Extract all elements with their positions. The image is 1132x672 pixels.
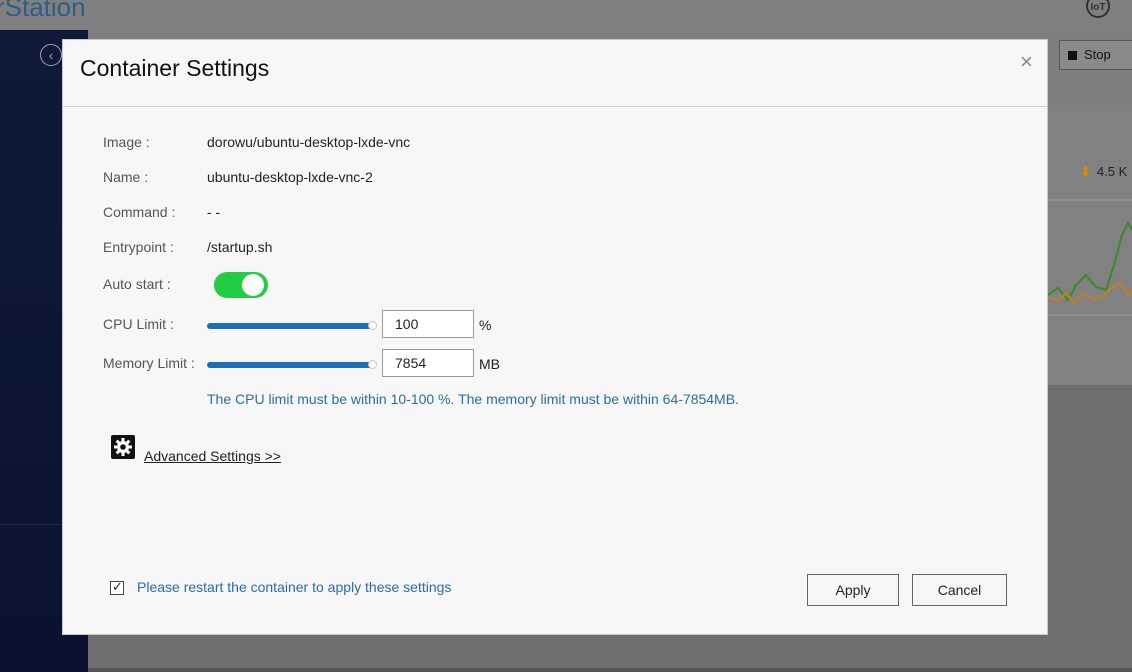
restart-checkbox[interactable]: ✓	[110, 579, 124, 595]
command-value: - -	[207, 204, 221, 220]
title-divider	[63, 106, 1047, 107]
cpu-slider-handle[interactable]	[368, 321, 377, 330]
cpu-limit-input[interactable]	[382, 310, 474, 338]
network-chart	[1048, 105, 1132, 385]
download-arrow-icon: ⬇	[1080, 164, 1091, 179]
memory-limit-label: Memory Limit :	[103, 355, 195, 371]
autostart-label: Auto start :	[103, 276, 171, 292]
name-label: Name :	[103, 169, 149, 185]
network-chart-lines	[1048, 199, 1132, 316]
name-value: ubuntu-desktop-lxde-vnc-2	[207, 169, 373, 185]
stop-button[interactable]: Stop	[1059, 40, 1132, 70]
collapse-sidebar-icon[interactable]: ‹	[40, 44, 62, 66]
dialog-title: Container Settings	[80, 55, 270, 81]
memory-slider-handle[interactable]	[368, 360, 377, 369]
gear-icon[interactable]	[111, 435, 135, 459]
cpu-limit-slider[interactable]	[207, 321, 377, 330]
restart-checkbox-label[interactable]: Please restart the container to apply th…	[137, 579, 451, 595]
download-rate-value: 4.5 K	[1096, 164, 1128, 179]
cpu-limit-label: CPU Limit :	[103, 316, 174, 332]
cancel-button[interactable]: Cancel	[912, 574, 1007, 606]
apply-button[interactable]: Apply	[807, 574, 899, 606]
entrypoint-value: /startup.sh	[207, 239, 273, 255]
checkmark-icon: ✓	[112, 579, 123, 594]
memory-limit-input[interactable]	[382, 349, 474, 377]
entrypoint-label: Entrypoint :	[103, 239, 174, 255]
cpu-unit: %	[479, 317, 492, 333]
app-header: rStation IoT	[0, 0, 1132, 30]
memory-unit: MB	[479, 356, 500, 372]
memory-limit-slider[interactable]	[207, 360, 377, 369]
image-value: dorowu/ubuntu-desktop-lxde-vnc	[207, 134, 411, 150]
close-icon[interactable]: ×	[1020, 49, 1033, 75]
container-settings-dialog: Container Settings × Image : dorowu/ubun…	[62, 39, 1048, 635]
iot-icon[interactable]: IoT	[1086, 0, 1110, 18]
advanced-settings-link[interactable]: Advanced Settings >>	[144, 448, 281, 464]
image-label: Image :	[103, 134, 150, 150]
stop-icon	[1068, 51, 1077, 60]
toggle-knob	[242, 274, 264, 296]
app-bottom-bar	[88, 668, 1132, 672]
command-label: Command :	[103, 204, 176, 220]
download-rate: ⬇ 4.5 K	[1080, 164, 1127, 180]
app-title: rStation	[0, 0, 86, 22]
limits-hint: The CPU limit must be within 10-100 %. T…	[207, 391, 739, 407]
autostart-toggle[interactable]	[214, 272, 268, 298]
stop-label: Stop	[1084, 47, 1111, 62]
